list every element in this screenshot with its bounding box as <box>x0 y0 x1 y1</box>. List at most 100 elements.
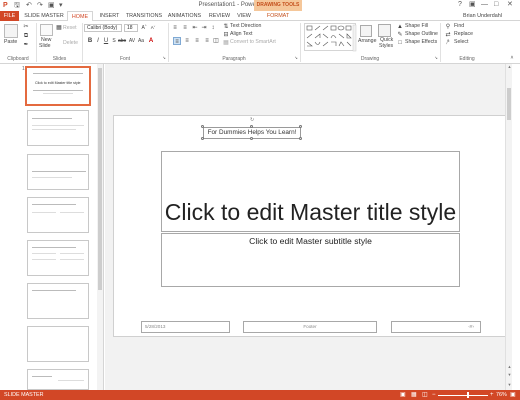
increase-font-icon[interactable]: Aˆ <box>140 24 148 32</box>
underline-icon[interactable]: U <box>102 37 110 45</box>
rotate-handle-icon[interactable]: ↻ <box>250 117 254 123</box>
justify-icon[interactable]: ≡ <box>203 37 211 45</box>
layout-thumbnail[interactable] <box>27 110 89 146</box>
save-icon[interactable]: 🖫 <box>14 1 20 10</box>
slide-thumbnail-pane[interactable]: 1 Click to edit Master title style <box>0 64 104 390</box>
bold-icon[interactable]: B <box>86 37 94 45</box>
zoom-slider[interactable] <box>438 394 488 396</box>
title-text[interactable]: Click to edit Master title style <box>162 198 459 226</box>
slide-master[interactable]: For Dummies Helps You Learn! ↻ Click to … <box>113 115 507 337</box>
arrange-button[interactable]: Arrange <box>358 38 376 45</box>
font-dialog-launcher-icon[interactable]: ↘ <box>160 54 168 62</box>
ribbon-display-options-icon[interactable]: ▣ <box>469 0 476 10</box>
shape-outline-button[interactable]: Shape Outline <box>405 31 438 38</box>
resize-handle[interactable] <box>250 137 253 140</box>
strikethrough-icon[interactable]: abc <box>118 37 126 45</box>
align-left-icon[interactable]: ≡ <box>173 37 181 45</box>
align-right-icon[interactable]: ≡ <box>193 37 201 45</box>
reading-view-icon[interactable]: ◫ <box>422 390 428 400</box>
italic-icon[interactable]: I <box>94 37 102 45</box>
tab-file[interactable]: FILE <box>0 11 19 21</box>
shapes-gallery[interactable] <box>304 23 357 52</box>
layout-thumbnail[interactable] <box>27 369 89 390</box>
align-text-icon[interactable]: ⊟ <box>222 31 230 39</box>
tab-slide-master[interactable]: SLIDE MASTER <box>22 11 66 21</box>
resize-handle[interactable] <box>299 137 302 140</box>
layout-thumbnail[interactable] <box>27 240 89 276</box>
font-size-combo[interactable]: 18 <box>124 24 138 32</box>
user-name[interactable]: Brian Underdahl <box>463 11 502 21</box>
master-thumbnail[interactable]: Click to edit Master title style <box>25 66 91 106</box>
align-text-button[interactable]: Align Text <box>230 31 252 38</box>
help-icon[interactable]: ? <box>458 0 462 10</box>
collapse-ribbon-icon[interactable]: ˄ <box>508 54 516 62</box>
drawing-dialog-launcher-icon[interactable]: ↘ <box>432 54 440 62</box>
shape-outline-icon[interactable]: ✎ <box>396 31 404 39</box>
thumbnail-scroll-thumb[interactable] <box>98 68 102 290</box>
slide-editing-canvas[interactable]: For Dummies Helps You Learn! ↻ Click to … <box>105 64 512 390</box>
align-center-icon[interactable]: ≡ <box>183 37 191 45</box>
change-case-icon[interactable]: Aa <box>137 37 145 45</box>
new-slide-icon[interactable] <box>40 24 53 36</box>
copy-icon[interactable]: ⧉ <box>22 32 30 40</box>
date-placeholder[interactable]: 5/28/2013 <box>141 321 230 333</box>
font-color-icon[interactable]: A <box>147 37 155 45</box>
zoom-out-icon[interactable]: − <box>432 390 436 400</box>
quick-styles-label-2[interactable]: Styles <box>379 43 393 50</box>
line-spacing-icon[interactable]: ↕ <box>209 24 217 32</box>
layout-thumbnail[interactable] <box>27 326 89 362</box>
cut-icon[interactable]: ✂ <box>22 23 30 31</box>
fit-to-window-icon[interactable]: ▣ <box>510 390 516 400</box>
normal-view-icon[interactable]: ▣ <box>400 390 406 400</box>
font-name-combo[interactable]: Calibri (Body) <box>84 24 122 32</box>
tab-animations[interactable]: ANIMATIONS <box>165 11 204 21</box>
columns-icon[interactable]: ◫ <box>212 37 220 45</box>
layout-icon[interactable]: ▦ <box>55 24 63 32</box>
zoom-in-icon[interactable]: + <box>490 390 494 400</box>
zoom-level[interactable]: 76% <box>496 390 507 400</box>
replace-icon[interactable]: ⇄ <box>444 31 452 39</box>
find-button[interactable]: Find <box>454 23 464 30</box>
close-icon[interactable]: ✕ <box>507 0 513 10</box>
thumbnail-scrollbar[interactable] <box>97 64 103 390</box>
reset-button[interactable]: Reset <box>63 25 77 32</box>
paragraph-dialog-launcher-icon[interactable]: ↘ <box>292 54 300 62</box>
slide-sorter-view-icon[interactable]: ▦ <box>411 390 417 400</box>
layout-thumbnail[interactable] <box>27 197 89 233</box>
select-icon[interactable]: ⭚ <box>444 39 452 47</box>
numbering-icon[interactable]: ≡ <box>181 24 189 32</box>
customize-qat-icon[interactable]: ▾ <box>59 1 63 10</box>
smartart-icon[interactable]: ▦ <box>222 39 230 47</box>
tab-format[interactable]: FORMAT <box>262 11 294 21</box>
shape-fill-icon[interactable]: ▲ <box>396 23 404 31</box>
text-direction-icon[interactable]: ⇅ <box>222 23 230 31</box>
quick-styles-icon[interactable] <box>378 24 391 37</box>
resize-handle[interactable] <box>299 125 302 128</box>
format-painter-icon[interactable]: ✒ <box>22 41 30 49</box>
canvas-scrollbar[interactable]: ▲ ▲ ▼ ▼ <box>505 64 512 390</box>
delete-button[interactable]: Delete <box>63 40 78 47</box>
tab-view[interactable]: VIEW <box>234 11 254 21</box>
convert-smartart-button[interactable]: Convert to SmartArt <box>230 39 276 46</box>
text-direction-button[interactable]: Text Direction <box>230 23 261 30</box>
paste-button[interactable]: Paste <box>4 39 17 46</box>
shape-effects-button[interactable]: Shape Effects <box>405 39 437 46</box>
layout-thumbnail[interactable] <box>27 283 89 319</box>
decrease-indent-icon[interactable]: ⇤ <box>191 24 199 32</box>
undo-icon[interactable]: ↶ <box>26 1 32 10</box>
shape-fill-button[interactable]: Shape Fill <box>405 23 428 30</box>
resize-handle[interactable] <box>201 125 204 128</box>
replace-button[interactable]: Replace <box>454 31 473 38</box>
canvas-scroll-thumb[interactable] <box>507 88 511 120</box>
select-button[interactable]: Select <box>454 39 468 46</box>
resize-handle[interactable] <box>201 137 204 140</box>
tab-review[interactable]: REVIEW <box>206 11 233 21</box>
restore-icon[interactable]: □ <box>494 0 498 10</box>
resize-handle[interactable] <box>250 125 253 128</box>
title-placeholder[interactable]: Click to edit Master title style <box>161 151 460 232</box>
decrease-font-icon[interactable]: Aˇ <box>149 24 157 32</box>
subtitle-placeholder[interactable]: Click to edit Master subtitle style <box>161 233 460 287</box>
shadow-icon[interactable]: S <box>110 37 118 45</box>
layout-thumbnail[interactable] <box>27 154 89 190</box>
shape-effects-icon[interactable]: □ <box>396 39 404 47</box>
